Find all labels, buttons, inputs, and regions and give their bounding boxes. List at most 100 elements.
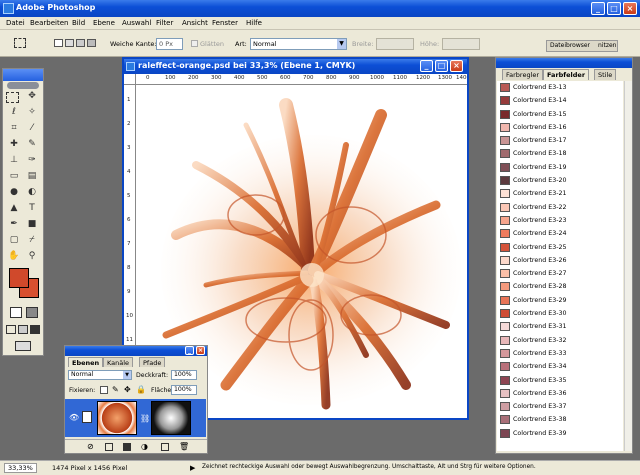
style-select[interactable]: Normal ▼ [250, 38, 347, 50]
layers-close-button[interactable]: × [196, 346, 205, 355]
maximize-button[interactable]: □ [607, 2, 621, 15]
lock-transparency-icon[interactable] [100, 386, 108, 394]
swatch-item[interactable]: Colortrend E3-35 [497, 374, 623, 387]
swatch-item[interactable]: Colortrend E3-39 [497, 427, 623, 440]
swatch-item[interactable]: Colortrend E3-25 [497, 241, 623, 254]
swatch-item[interactable]: Colortrend E3-33 [497, 347, 623, 360]
lock-all-icon[interactable]: 🔒 [136, 386, 146, 394]
tab-kanaele[interactable]: Kanäle [103, 357, 134, 367]
doc-close-button[interactable]: × [450, 60, 463, 72]
eye-icon[interactable]: 👁 [69, 413, 79, 423]
swatch-item[interactable]: Colortrend E3-38 [497, 413, 623, 426]
trash-icon[interactable]: 🗑 [179, 442, 189, 451]
eraser-tool-icon[interactable]: ▭ [6, 169, 22, 184]
swatch-item[interactable]: Colortrend E3-31 [497, 320, 623, 333]
document-size[interactable]: 1474 Pixel x 1456 Pixel [52, 464, 127, 472]
jump-to-imageready-icon[interactable] [15, 341, 31, 351]
dodge-tool-icon[interactable]: ◐ [24, 185, 40, 200]
swatch-item[interactable]: Colortrend E3-29 [497, 294, 623, 307]
menu-fenster[interactable]: Fenster [212, 19, 238, 27]
swatch-item[interactable]: Colortrend E3-34 [497, 360, 623, 373]
healing-brush-icon[interactable]: ✚ [6, 137, 22, 152]
brush-tool-icon[interactable]: ✎ [24, 137, 40, 152]
swatch-item[interactable]: Colortrend E3-16 [497, 121, 623, 134]
swatch-item[interactable]: Colortrend E3-24 [497, 227, 623, 240]
foreground-color-front[interactable] [9, 268, 29, 288]
new-layer-icon[interactable] [161, 443, 169, 451]
swatch-item[interactable]: Colortrend E3-26 [497, 254, 623, 267]
shape-tool-icon[interactable]: ■ [24, 217, 40, 232]
swatch-item[interactable]: Colortrend E3-20 [497, 174, 623, 187]
swatch-item[interactable]: Colortrend E3-19 [497, 161, 623, 174]
menu-bild[interactable]: Bild [72, 19, 85, 27]
menu-ebene[interactable]: Ebene [93, 19, 115, 27]
zoom-tool-icon[interactable]: ⚲ [24, 249, 40, 264]
new-selection-icon[interactable] [54, 39, 63, 47]
marquee-tool-icon[interactable] [6, 92, 19, 103]
intersect-selection-icon[interactable] [87, 39, 96, 47]
lock-pixels-icon[interactable]: ✎ [112, 386, 119, 394]
swatch-item[interactable]: Colortrend E3-23 [497, 214, 623, 227]
swatch-item[interactable]: Colortrend E3-27 [497, 267, 623, 280]
type-tool-icon[interactable]: T [24, 201, 40, 216]
crop-tool-icon[interactable]: ⌗ [6, 121, 22, 136]
swatch-item[interactable]: Colortrend E3-21 [497, 187, 623, 200]
menu-filter[interactable]: Filter [156, 19, 173, 27]
subtract-selection-icon[interactable] [76, 39, 85, 47]
horizontal-ruler[interactable]: 0 100 200 300 400 500 600 700 800 900 10… [136, 74, 467, 85]
swatch-item[interactable]: Colortrend E3-30 [497, 307, 623, 320]
doc-minimize-button[interactable]: _ [420, 60, 433, 72]
tab-pfade[interactable]: Pfade [139, 357, 166, 367]
swatch-item[interactable]: Colortrend E3-18 [497, 147, 623, 160]
swatch-item[interactable]: Colortrend E3-28 [497, 280, 623, 293]
brush-link-icon[interactable] [82, 411, 92, 423]
blur-tool-icon[interactable]: ● [6, 185, 22, 200]
minimize-button[interactable]: _ [591, 2, 605, 15]
layers-minimize-button[interactable]: _ [185, 346, 194, 355]
standard-mode-icon[interactable] [10, 307, 22, 318]
close-button[interactable]: × [623, 2, 637, 15]
history-brush-icon[interactable]: ✑ [24, 153, 40, 168]
swatch-item[interactable]: Colortrend E3-32 [497, 334, 623, 347]
move-tool-icon[interactable]: ✥ [24, 89, 40, 104]
quickmask-mode-icon[interactable] [26, 307, 38, 318]
swatch-item[interactable]: Colortrend E3-15 [497, 108, 623, 121]
add-selection-icon[interactable] [65, 39, 74, 47]
layer-style-icon[interactable]: ⊘ [87, 442, 94, 451]
menu-hilfe[interactable]: Hilfe [246, 19, 262, 27]
adjustment-layer-icon[interactable]: ◑ [141, 442, 148, 451]
swatch-item[interactable]: Colortrend E3-22 [497, 201, 623, 214]
new-set-icon[interactable] [123, 443, 131, 451]
opacity-input[interactable]: 100% [171, 370, 197, 380]
swatch-item[interactable]: Colortrend E3-36 [497, 387, 623, 400]
fill-input[interactable]: 100% [171, 385, 197, 395]
swatch-item[interactable]: Colortrend E3-37 [497, 400, 623, 413]
lock-position-icon[interactable]: ✥ [124, 386, 131, 394]
tab-farbregler[interactable]: Farbregler [502, 69, 544, 80]
path-select-icon[interactable]: ▲ [6, 201, 22, 216]
eyedropper-icon[interactable]: ⌿ [24, 233, 40, 248]
swatch-item[interactable]: Colortrend E3-13 [497, 81, 623, 94]
blend-mode-select[interactable]: Normal ▼ [68, 370, 132, 380]
slice-tool-icon[interactable]: ⁄ [24, 121, 40, 136]
tab-farbfelder[interactable]: Farbfelder [543, 69, 590, 80]
tab-filebrowser[interactable]: Dateibrowser nitzen [546, 40, 618, 52]
add-mask-icon[interactable] [105, 443, 113, 451]
antialias-checkbox[interactable] [191, 40, 198, 47]
doc-maximize-button[interactable]: □ [435, 60, 448, 72]
tab-stile[interactable]: Stile [594, 69, 617, 80]
pen-tool-icon[interactable]: ✒ [6, 217, 22, 232]
swatch-item[interactable]: Colortrend E3-14 [497, 94, 623, 107]
gradient-tool-icon[interactable]: ▤ [24, 169, 40, 184]
menu-datei[interactable]: Datei [6, 19, 25, 27]
swatch-scrollbar[interactable] [624, 81, 632, 451]
hand-tool-icon[interactable]: ✋ [6, 249, 22, 264]
screen-mode-standard-icon[interactable] [6, 325, 16, 334]
screen-mode-full-menu-icon[interactable] [18, 325, 28, 334]
menu-ansicht[interactable]: Ansicht [182, 19, 208, 27]
stamp-tool-icon[interactable]: ⊥ [6, 153, 22, 168]
lasso-tool-icon[interactable]: ℓ [6, 105, 22, 120]
marquee-preset-icon[interactable] [14, 38, 26, 48]
screen-mode-full-icon[interactable] [30, 325, 40, 334]
feather-input[interactable]: 0 Px [156, 38, 183, 50]
